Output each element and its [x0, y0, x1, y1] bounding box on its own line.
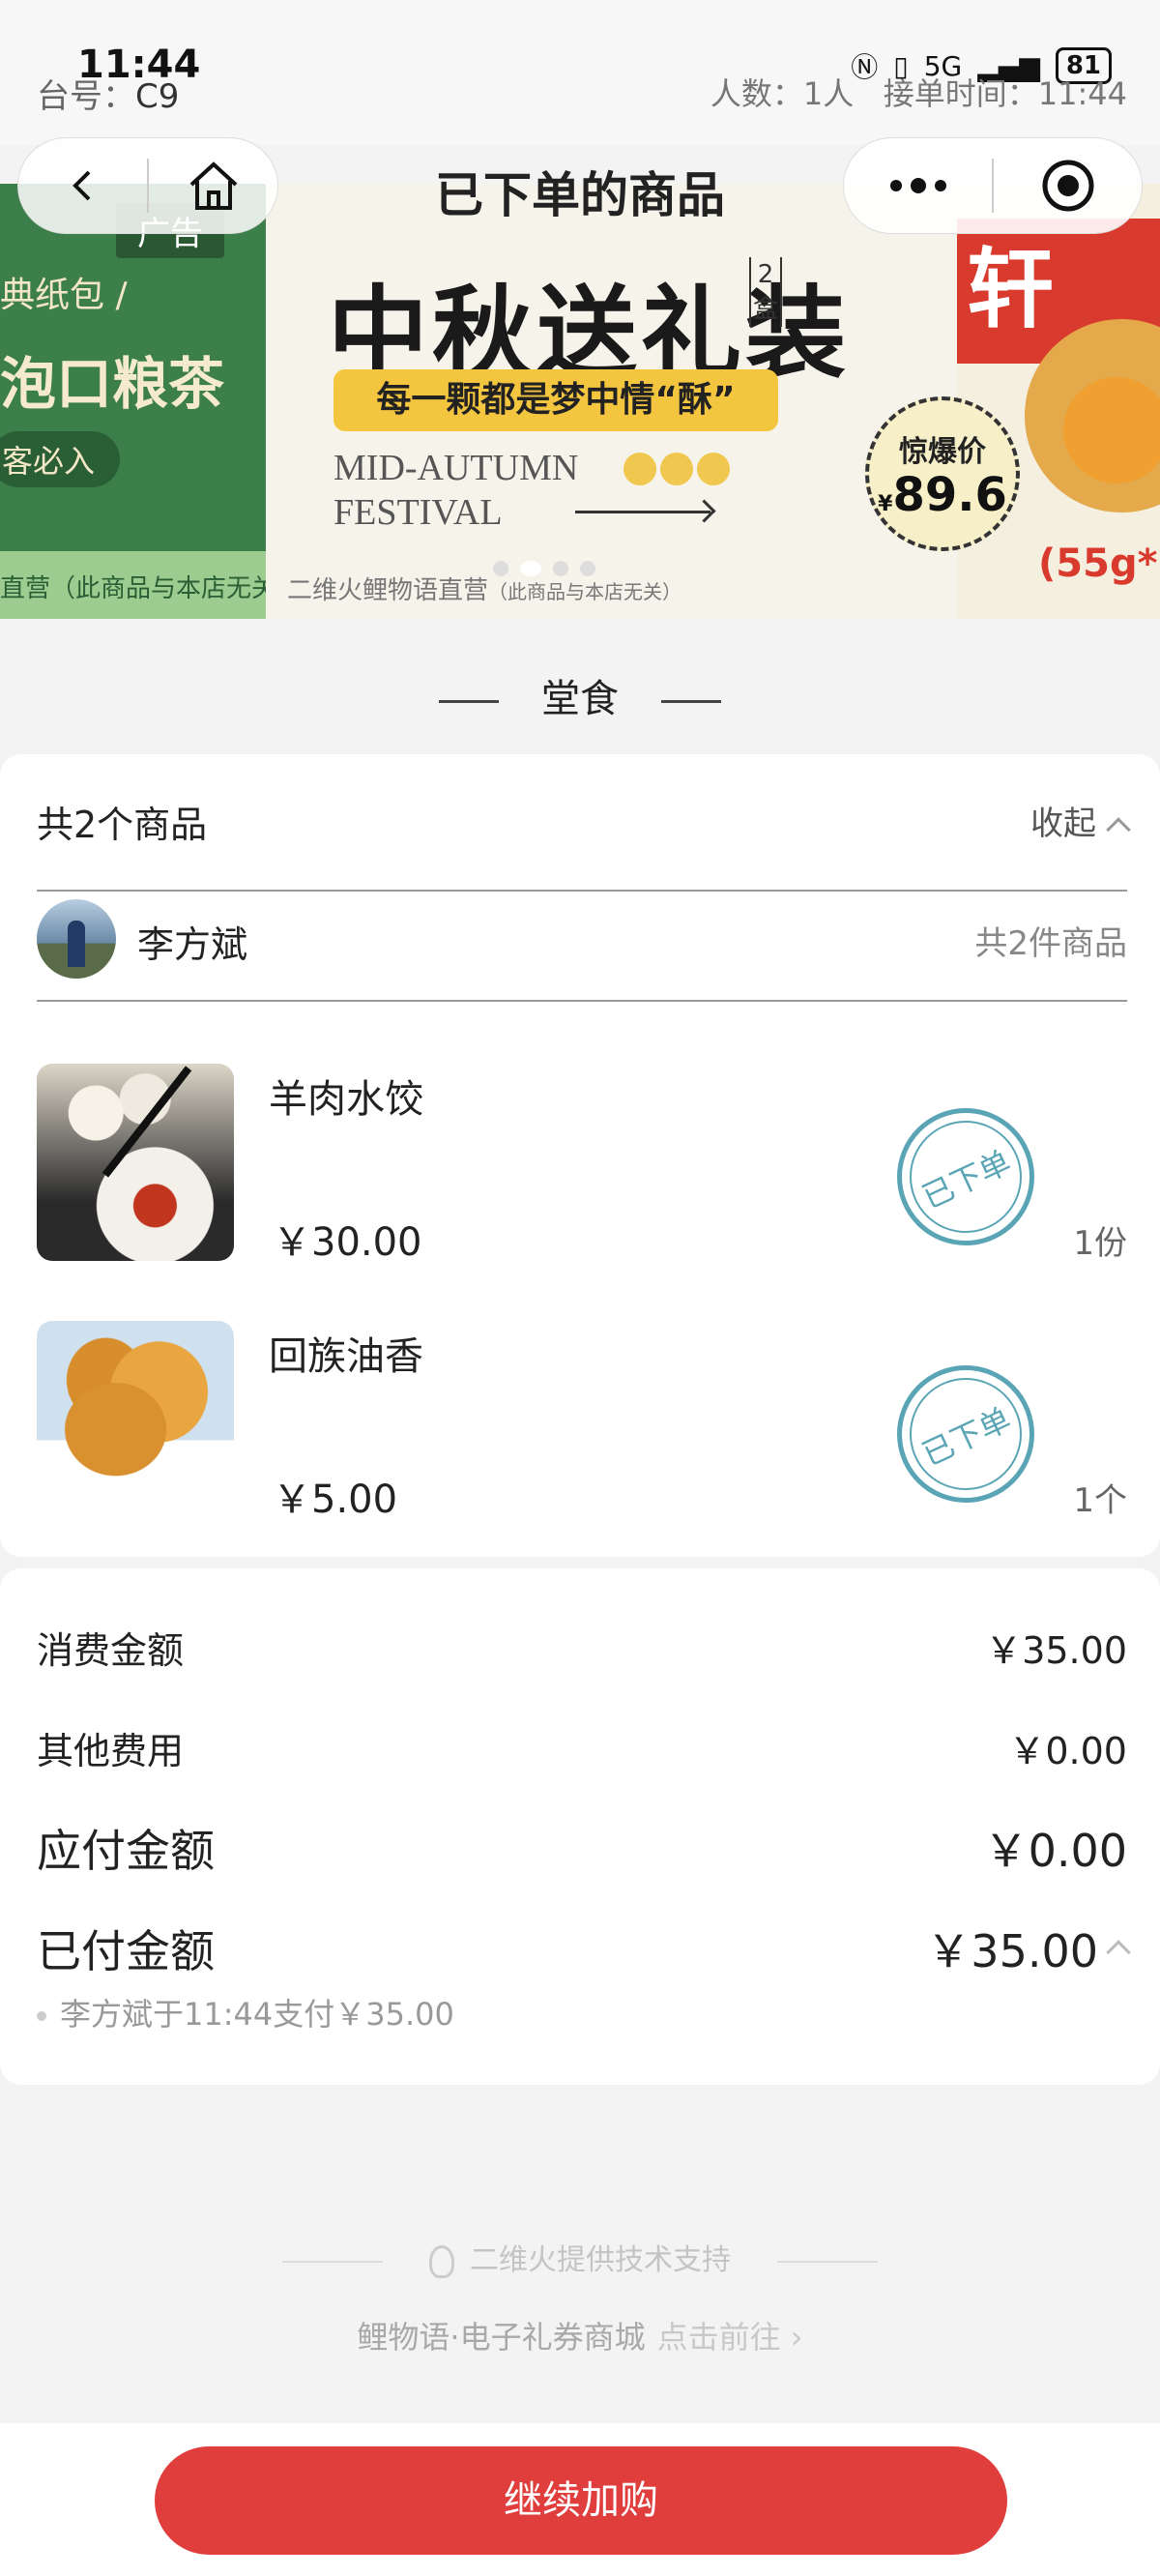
- item-count-title: 共2个商品: [37, 804, 208, 846]
- more-dots-icon: [889, 178, 946, 193]
- section-title: 堂食: [0, 667, 1160, 723]
- user-item-count: 共2件商品: [974, 924, 1127, 963]
- tech-support: 二维火提供技术支持: [0, 2236, 1160, 2278]
- mall-link[interactable]: 鲤物语·电子礼券商城 点击前往 ›: [0, 2313, 1160, 2357]
- mall-go-link[interactable]: 点击前往 ›: [657, 2319, 803, 2356]
- table-number: 台号：C9: [37, 70, 179, 117]
- banner-left-line3: 客必入: [0, 431, 121, 487]
- payable-value: ￥0.00: [983, 1825, 1127, 1877]
- carousel-dots[interactable]: [493, 561, 595, 576]
- section-title-text: 堂食: [541, 677, 619, 721]
- table-label: 台号：: [37, 77, 135, 116]
- user-row: 李方斌 共2件商品: [37, 899, 1127, 979]
- list-item[interactable]: 羊肉水饺 ￥30.00 已下单 1份: [37, 1064, 1127, 1267]
- banner-left-footer: 直营（此商品与本店无关）: [0, 551, 266, 619]
- order-info: 人数：1人 接单时间：11:44: [710, 70, 1127, 114]
- stamp-text: 已下单: [916, 1400, 1017, 1474]
- table-number-value: C9: [135, 77, 180, 116]
- nav-capsule-right: [843, 137, 1143, 234]
- payment-note-text: 李方斌于11:44支付￥35.00: [60, 1996, 454, 2033]
- list-item[interactable]: 回族油香 ￥5.00 已下单 1个: [37, 1321, 1127, 1524]
- item-name: 羊肉水饺: [269, 1077, 423, 1122]
- price-currency: ¥: [878, 492, 893, 516]
- paid-label: 已付金额: [37, 1925, 215, 1977]
- flame-logo-icon: [429, 2244, 454, 2278]
- pastry-yolk-image: [1063, 377, 1160, 483]
- close-miniprogram-button[interactable]: [994, 138, 1142, 233]
- people-count: 人数：1人: [710, 75, 855, 112]
- status-bar: 11:44 Ⓝ ▯ 5G ▂▄▆ 81 台号：C9 人数：1人 接单时间：11:…: [0, 0, 1160, 145]
- order-time: 接单时间：11:44: [883, 75, 1127, 112]
- paid-value: ￥35.00: [926, 1925, 1098, 1977]
- banner-slide-right[interactable]: 轩 (55g*6: [957, 184, 1160, 619]
- payment-summary-card: 消费金额 ￥35.00 其他费用 ￥0.00 应付金额 ￥0.00 已付金额 ￥…: [0, 1568, 1160, 2085]
- collapse-label: 收起: [1030, 805, 1096, 843]
- item-price: ￥5.00: [273, 1478, 398, 1522]
- banner-box-count: 2盒: [749, 257, 782, 327]
- item-qty: 1个: [1073, 1481, 1127, 1520]
- promo-banner[interactable]: 广告 典纸包 / 泡口粮茶 客必入 直营（此商品与本店无关） 中秋送礼装 2盒 …: [0, 184, 1160, 619]
- banner-slide-left[interactable]: 广告 典纸包 / 泡口粮茶 客必入 直营（此商品与本店无关）: [0, 184, 266, 619]
- carousel-dot[interactable]: [493, 561, 508, 576]
- ordered-stamp: 已下单: [897, 1108, 1034, 1245]
- banner-footer-small: （此商品与本店无关）: [488, 580, 682, 603]
- item-qty: 1份: [1073, 1224, 1127, 1263]
- price-badge: 惊爆价 ¥89.6: [865, 396, 1020, 551]
- arrow-right-icon: [575, 511, 710, 513]
- consumption-label: 消费金额: [37, 1629, 185, 1672]
- price-value: 89.6: [892, 468, 1007, 522]
- banner-footer-text: 二维火鲤物语直营: [287, 576, 489, 605]
- banner-left-line2: 泡口粮茶: [0, 351, 225, 417]
- banner-slogan: 每一颗都是梦中情“酥”: [334, 369, 778, 431]
- carousel-dot[interactable]: [553, 561, 568, 576]
- fried-bread-image: [37, 1321, 234, 1518]
- consumption-value: ￥35.00: [985, 1629, 1127, 1672]
- moon-icons: [624, 453, 730, 485]
- divider-line: [282, 2260, 383, 2263]
- banner-left-line1: 典纸包 /: [0, 276, 128, 315]
- item-name: 回族油香: [269, 1334, 423, 1379]
- bottom-bar: 继续加购: [0, 2423, 1160, 2576]
- ordered-stamp: 已下单: [897, 1365, 1034, 1503]
- carousel-dot[interactable]: [580, 561, 595, 576]
- price-value-wrap: ¥89.6: [869, 470, 1016, 530]
- chevron-up-icon[interactable]: [1106, 1940, 1131, 1965]
- chevron-up-icon: [1106, 817, 1131, 842]
- target-circle-icon: [1042, 160, 1093, 212]
- divider-line: [439, 699, 499, 703]
- tech-support-text: 二维火提供技术支持: [470, 2243, 731, 2277]
- mall-name: 鲤物语·电子礼券商城: [357, 2319, 646, 2356]
- divider-line: [777, 2260, 878, 2263]
- collapse-button[interactable]: 收起: [1030, 797, 1131, 844]
- continue-ordering-button[interactable]: 继续加购: [155, 2446, 1007, 2555]
- banner-slide-main[interactable]: 中秋送礼装 2盒 每一颗都是梦中情“酥” MID-AUTUMN FESTIVAL…: [266, 184, 957, 619]
- other-fee-value: ￥0.00: [1008, 1730, 1127, 1772]
- payment-note: 李方斌于11:44支付￥35.00: [37, 1990, 454, 2034]
- item-price: ￥30.00: [273, 1220, 422, 1265]
- divider: [37, 890, 1127, 892]
- banner-right-weight: (55g*6: [1038, 542, 1160, 586]
- bullet-dot: [37, 2011, 46, 2021]
- order-items-card: 共2个商品 收起 李方斌 共2件商品 羊肉水饺 ￥30.00 已下单 1份 回族…: [0, 754, 1160, 1557]
- dumplings-image: [37, 1064, 234, 1261]
- user-name: 李方斌: [137, 923, 248, 966]
- price-label: 惊爆价: [899, 435, 986, 469]
- avatar: [37, 899, 116, 979]
- banner-footer: 二维火鲤物语直营（此商品与本店无关）: [287, 571, 682, 606]
- carousel-dot-active[interactable]: [520, 561, 541, 576]
- payable-label: 应付金额: [37, 1825, 215, 1877]
- divider-line: [661, 699, 721, 703]
- banner-en-line1: MID-AUTUMN: [334, 448, 579, 488]
- divider: [37, 1000, 1127, 1002]
- stamp-text: 已下单: [916, 1143, 1017, 1216]
- other-fee-label: 其他费用: [37, 1730, 185, 1772]
- more-button[interactable]: [844, 138, 992, 233]
- banner-en-line2: FESTIVAL: [334, 492, 503, 533]
